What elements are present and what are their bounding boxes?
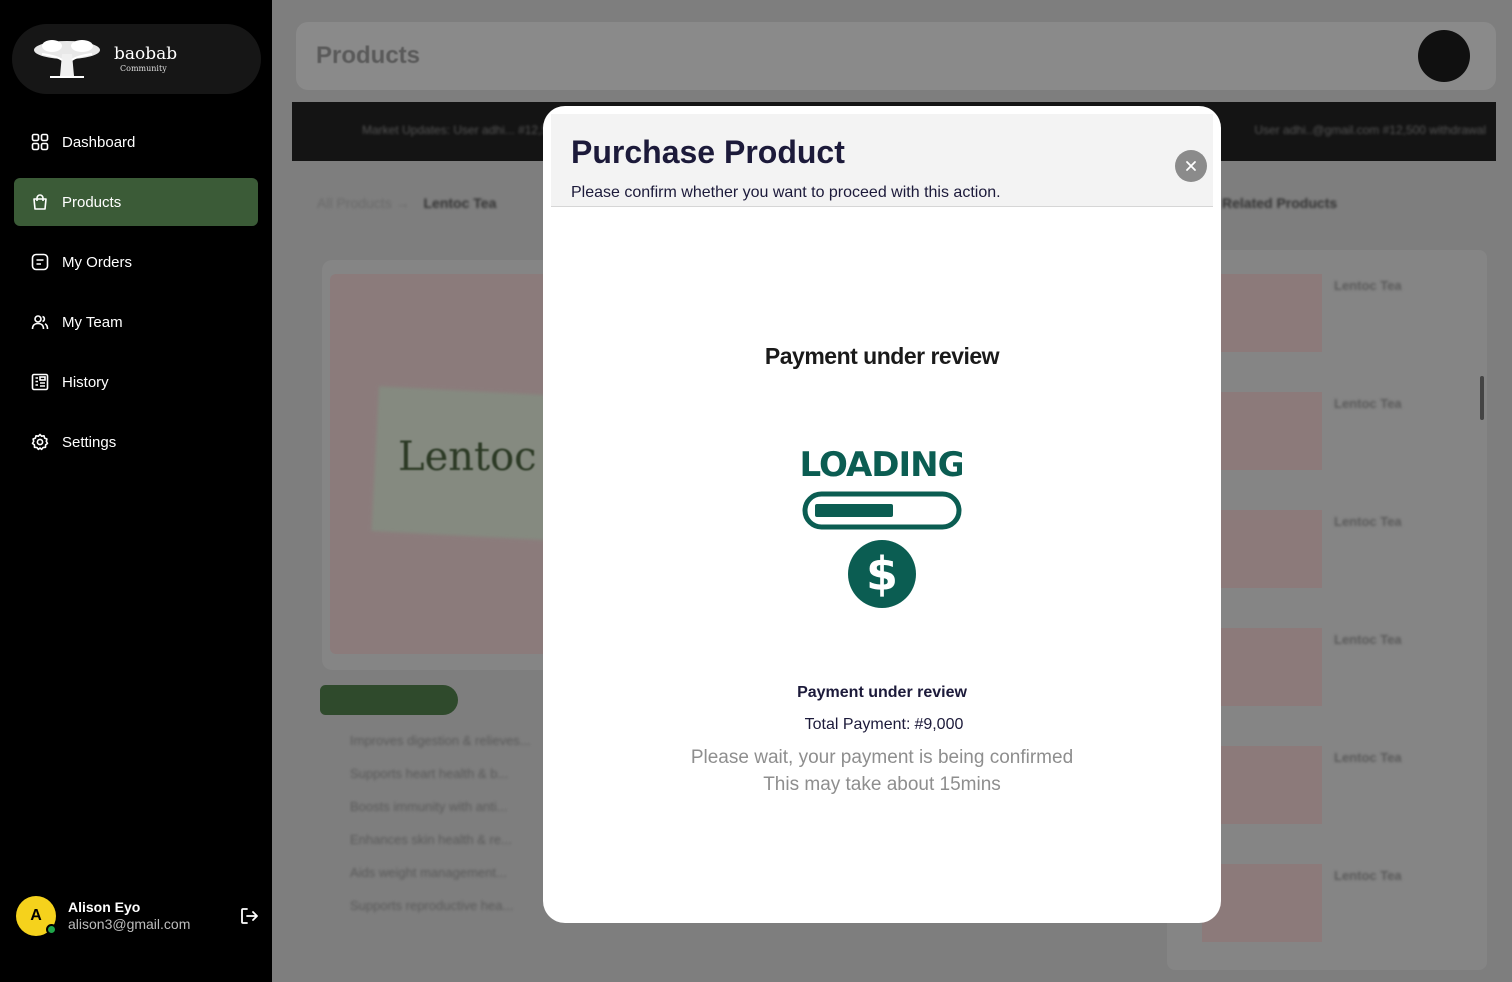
sidebar-item-label: Settings <box>62 433 117 451</box>
related-product-title: Lentoc Tea <box>1334 278 1402 293</box>
review-heading: Payment under review <box>764 343 1000 369</box>
modal-title: Purchase Product <box>571 134 845 170</box>
related-product-title: Lentoc Tea <box>1334 632 1402 647</box>
loading-payment-illustration: LOADING $ <box>802 445 962 608</box>
loading-bar-fill <box>815 504 893 517</box>
total-payment-value: #9,000 <box>914 716 964 733</box>
avatar-initial: A <box>30 907 42 924</box>
related-products-title: Related Products <box>1222 195 1338 211</box>
sidebar-item-label: Dashboard <box>62 133 136 151</box>
benefit-item: Aids weight management... <box>350 865 507 880</box>
product-box-label: Lentoc <box>398 434 537 480</box>
modal-subtitle: Please confirm whether you want to proce… <box>571 184 1001 201</box>
page-title: Products <box>316 42 421 69</box>
baobab-tree-icon <box>34 40 100 78</box>
sidebar-item-label: My Orders <box>62 253 133 271</box>
user-name: Alison Eyo <box>68 898 141 915</box>
breadcrumb-parent: All Products <box>317 195 392 211</box>
sidebar-item-label: History <box>62 373 109 391</box>
related-product-title: Lentoc Tea <box>1334 868 1402 883</box>
benefit-item: Supports reproductive hea... <box>350 898 514 913</box>
payment-status-label: Payment under review <box>797 684 967 701</box>
logout-icon[interactable] <box>238 905 260 927</box>
avatar[interactable]: A <box>16 896 57 936</box>
benefit-item: Enhances skin health & re... <box>350 832 512 847</box>
related-product-title: Lentoc Tea <box>1334 514 1402 529</box>
ticker-text-right: User adhi..@gmail.com #12,500 withdrawal <box>1254 123 1486 137</box>
total-payment: Total Payment: #9,000 <box>543 716 1221 734</box>
close-button[interactable] <box>1175 150 1207 182</box>
sidebar: baobab Community Dashboard Products My O… <box>0 0 272 982</box>
notification-bell-icon <box>1418 30 1470 82</box>
breadcrumb: All Products → Lentoc Tea <box>317 195 497 211</box>
benefits-tab <box>320 685 458 715</box>
purchase-product-modal: Purchase Product Please confirm whether … <box>543 106 1221 923</box>
sidebar-item-dashboard[interactable]: Dashboard <box>14 118 258 166</box>
shopping-bag-icon <box>31 193 49 211</box>
user-profile[interactable]: A Alison Eyo alison3@gmail.com <box>16 895 264 937</box>
gear-icon <box>31 433 49 451</box>
loading-graphic-text: LOADING <box>802 445 962 485</box>
total-payment-label: Total Payment: <box>804 716 911 733</box>
wait-message-line2: This may take about 15mins <box>763 774 1001 795</box>
benefit-item: Supports heart health & b... <box>350 766 509 781</box>
sidebar-item-label: My Team <box>62 313 123 331</box>
online-status-dot <box>46 924 57 935</box>
top-bar: Products <box>296 22 1496 90</box>
close-icon <box>1186 161 1196 171</box>
grid-icon <box>31 133 49 151</box>
related-product-title: Lentoc Tea <box>1334 396 1402 411</box>
sidebar-item-label: Products <box>62 193 122 211</box>
dollar-sign-glyph: $ <box>866 547 898 601</box>
wait-message-line1: Please wait, your payment is being confi… <box>690 747 1074 768</box>
benefit-item: Boosts immunity with anti... <box>350 799 508 814</box>
benefit-item: Improves digestion & relieves... <box>350 733 531 748</box>
related-product-title: Lentoc Tea <box>1334 750 1402 765</box>
orders-icon <box>31 253 49 271</box>
related-list-scrollbar[interactable] <box>1480 376 1484 420</box>
breadcrumb-current: Lentoc Tea <box>423 195 497 211</box>
user-email: alison3@gmail.com <box>68 916 191 932</box>
brand-name: baobab <box>114 43 178 64</box>
history-icon <box>31 373 49 391</box>
brand-logo[interactable]: baobab Community <box>12 24 261 94</box>
team-icon <box>31 313 49 331</box>
sidebar-item-my-team[interactable]: My Team <box>14 298 258 346</box>
sidebar-nav: Dashboard Products My Orders My Team His… <box>14 118 258 478</box>
sidebar-item-settings[interactable]: Settings <box>14 418 258 466</box>
sidebar-item-history[interactable]: History <box>14 358 258 406</box>
sidebar-item-my-orders[interactable]: My Orders <box>14 238 258 286</box>
brand-tagline: Community <box>120 63 167 73</box>
sidebar-item-products[interactable]: Products <box>14 178 258 226</box>
modal-header: Purchase Product Please confirm whether … <box>551 114 1213 207</box>
